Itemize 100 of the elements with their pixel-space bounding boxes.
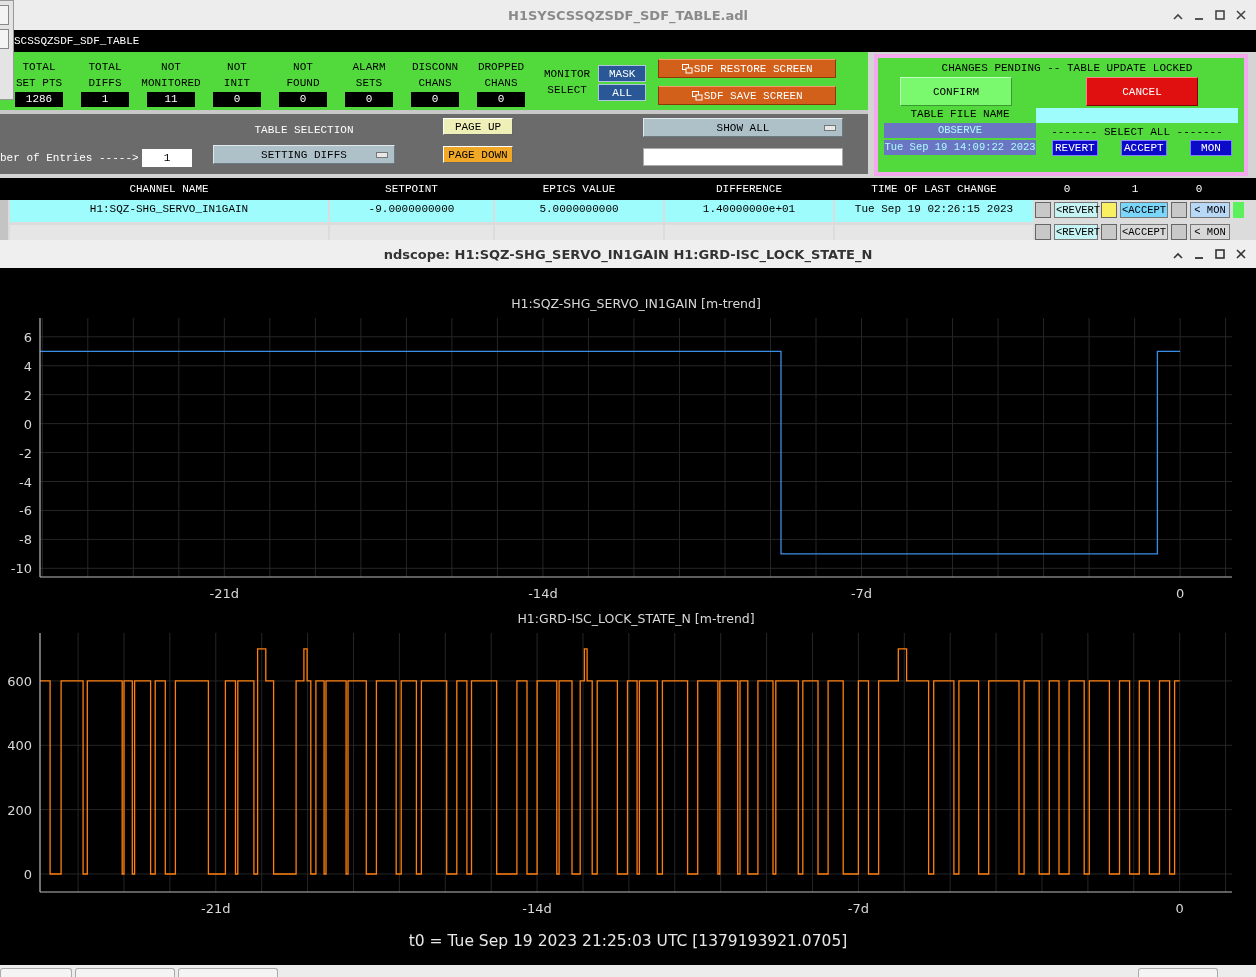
y-tick-label: 400 xyxy=(7,738,32,754)
select-all-button[interactable]: ACCEPT xyxy=(1121,140,1167,156)
counter-label: NOT MONITORED xyxy=(141,60,201,91)
collapse-icon[interactable] xyxy=(1173,252,1183,259)
pending-message: CHANGES PENDING -- TABLE UPDATE LOCKED xyxy=(940,62,1194,74)
x-tick-label: 0 xyxy=(1175,901,1184,916)
taskbar-button[interactable] xyxy=(75,968,175,977)
row-action-button[interactable]: <ACCEPT xyxy=(1120,202,1168,218)
cancel-button[interactable]: CANCEL xyxy=(1086,77,1198,106)
x-tick-label: -14d xyxy=(528,586,558,601)
y-tick-label: 6 xyxy=(23,329,32,345)
mode-display: OBSERVE xyxy=(884,123,1036,138)
counter-value: 0 xyxy=(279,92,327,107)
checkbox[interactable] xyxy=(1101,202,1117,218)
y-tick-label: -4 xyxy=(19,474,32,490)
y-tick-label: -6 xyxy=(19,503,32,519)
counter-label: TOTAL DIFFS xyxy=(88,60,122,91)
column-header: SETPOINT xyxy=(384,183,439,195)
y-tick-label: 600 xyxy=(7,673,32,689)
table-selection-label: TABLE SELECTION xyxy=(254,124,354,138)
window-title: H1SYSCSSQZSDF_SDF_TABLE.adl xyxy=(508,7,748,23)
column-header: 1 xyxy=(1130,183,1140,195)
x-tick-label: -7d xyxy=(847,901,869,916)
filter-field[interactable] xyxy=(643,148,843,166)
row-action-button[interactable]: < MON xyxy=(1190,202,1230,218)
taskbar-button[interactable] xyxy=(0,968,72,977)
table-cell: H1:SQZ-SHG_SERVO_IN1GAIN xyxy=(10,200,328,222)
row-action-button[interactable]: <ACCEPT xyxy=(1120,224,1168,240)
y-tick-label: 2 xyxy=(23,387,32,403)
x-tick-label: -21d xyxy=(201,901,231,916)
chart-title: H1:GRD-ISC_LOCK_STATE_N [m-trend] xyxy=(517,611,755,626)
row-action-button[interactable]: <REVERT xyxy=(1054,202,1098,218)
entries-label: ber of Entries -----> xyxy=(0,152,140,164)
counter-label: DISCONN CHANS xyxy=(411,60,459,91)
counter-label: DROPPED CHANS xyxy=(477,60,525,91)
counter-value: 11 xyxy=(147,92,195,107)
page-button[interactable]: PAGE DOWN xyxy=(443,146,513,163)
checkbox[interactable] xyxy=(1171,224,1187,240)
checkbox[interactable] xyxy=(1035,224,1051,240)
column-header: CHANNEL NAME xyxy=(128,183,210,195)
checkbox[interactable] xyxy=(1171,202,1187,218)
row-action-button[interactable]: <REVERT xyxy=(1054,224,1098,240)
screen-button[interactable]: SDF SAVE SCREEN xyxy=(658,86,837,105)
x-tick-label: -14d xyxy=(522,901,552,916)
checkbox[interactable] xyxy=(1035,202,1051,218)
table-cell: -9.0000000000 xyxy=(330,200,493,222)
x-tick-label: 0 xyxy=(1175,586,1185,601)
x-tick-label: -7d xyxy=(850,586,873,601)
maximize-icon[interactable] xyxy=(1215,249,1225,259)
column-header: 0 xyxy=(1062,183,1072,195)
maximize-icon[interactable] xyxy=(1215,10,1225,20)
counter-label: NOT INIT xyxy=(223,60,251,91)
column-header: EPICS VALUE xyxy=(541,183,617,195)
counter-label: ALARM SETS xyxy=(352,60,386,91)
table-cell: 5.0000000000 xyxy=(495,200,663,222)
counter-label: NOT FOUND xyxy=(286,60,320,91)
y-tick-label: -8 xyxy=(19,532,32,548)
chart-title: H1:SQZ-SHG_SERVO_IN1GAIN [m-trend] xyxy=(511,296,761,311)
t0-label: t0 = Tue Sep 19 2023 21:25:03 UTC [1379193921.0705] xyxy=(408,931,848,950)
column-header: 0 xyxy=(1194,183,1204,195)
dropdown-indicator-icon xyxy=(824,125,836,131)
column-header: TIME OF LAST CHANGE xyxy=(870,183,998,195)
file-name-label: TABLE FILE NAME xyxy=(909,108,1011,121)
window-title: ndscope: H1:SQZ-SHG_SERVO_IN1GAIN H1:GRD-ISC_LOCK_STATE_N xyxy=(383,246,873,262)
table-selection-menu[interactable]: SETTING DIFFS xyxy=(213,145,395,164)
table-cell: 1.40000000e+01 xyxy=(665,200,833,222)
collapse-icon[interactable] xyxy=(1173,13,1183,20)
timestamp-display: Tue Sep 19 14:09:22 2023 xyxy=(884,140,1036,155)
y-tick-label: 200 xyxy=(7,802,32,818)
counter-value: 0 xyxy=(411,92,459,107)
checkbox[interactable] xyxy=(1101,224,1117,240)
monitor-select-label: MONITOR SELECT xyxy=(544,67,591,98)
confirm-button[interactable]: CONFIRM xyxy=(900,77,1012,106)
taskbar-button[interactable] xyxy=(178,968,278,977)
counter-value: 0 xyxy=(345,92,393,107)
select-all-button[interactable]: MON xyxy=(1190,140,1232,156)
screen-button[interactable]: SDF RESTORE SCREEN xyxy=(658,59,837,78)
counter-value: 0 xyxy=(213,92,261,107)
row-action-button[interactable]: < MON xyxy=(1190,224,1230,240)
x-tick-label: -21d xyxy=(209,586,240,601)
entries-field[interactable]: 1 xyxy=(142,149,192,167)
windows-icon xyxy=(681,63,693,74)
counter-label: TOTAL SET PTS xyxy=(15,60,63,91)
show-menu[interactable]: SHOW ALL xyxy=(643,118,843,137)
y-tick-label: 4 xyxy=(23,358,32,374)
monitor-select-button[interactable]: MASK xyxy=(598,65,647,82)
windows-icon xyxy=(691,90,703,101)
close-icon[interactable] xyxy=(1236,10,1246,20)
y-tick-label: -10 xyxy=(10,561,32,577)
table-cell: Tue Sep 19 02:26:15 2023 xyxy=(835,200,1033,222)
select-all-button[interactable]: REVERT xyxy=(1052,140,1098,156)
column-header: DIFFERENCE xyxy=(715,183,783,195)
counter-value: 1286 xyxy=(15,92,63,107)
taskbar-button[interactable] xyxy=(1138,968,1218,977)
monitor-select-button[interactable]: ALL xyxy=(598,84,647,101)
counter-value: 0 xyxy=(477,92,525,107)
y-tick-label: -2 xyxy=(19,445,32,461)
page-button[interactable]: PAGE UP xyxy=(443,118,513,135)
close-icon[interactable] xyxy=(1236,249,1246,259)
screen-header: SCSSQZSDF_SDF_TABLE xyxy=(14,35,140,47)
